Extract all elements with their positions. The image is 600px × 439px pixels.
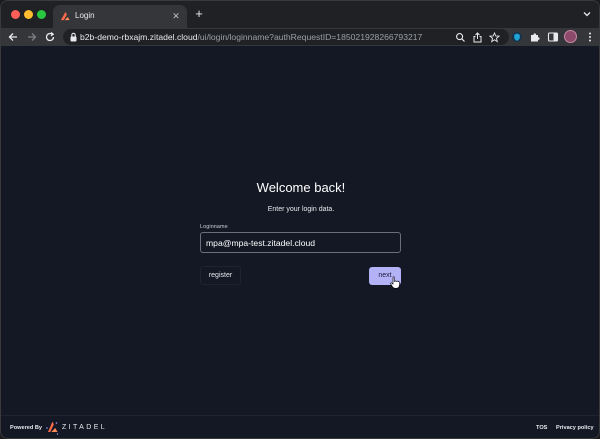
side-panel-icon[interactable]	[547, 31, 559, 43]
page-title: Welcome back!	[256, 180, 346, 195]
zitadel-logo-icon[interactable]	[45, 419, 59, 435]
tab-title: Login	[75, 11, 95, 20]
powered-by-label: Powered By	[10, 425, 43, 431]
tab-strip: Login ✕ +	[1, 1, 599, 28]
bookmark-star-icon[interactable]	[489, 32, 500, 43]
new-tab-button[interactable]: +	[193, 7, 205, 21]
tab-login[interactable]: Login ✕	[53, 5, 187, 28]
zitadel-favicon-icon	[60, 11, 70, 21]
minimize-window-button[interactable]	[24, 10, 33, 19]
share-icon[interactable]	[472, 32, 483, 43]
privacy-policy-link[interactable]: Privacy policy	[556, 424, 594, 432]
browser-window: Login ✕ + b2b-demo-rbxajm.zitadel.cloud/…	[0, 0, 600, 439]
login-page: Welcome back! Enter your login data. Log…	[1, 46, 599, 438]
address-bar[interactable]: b2b-demo-rbxajm.zitadel.cloud/ui/login/l…	[63, 29, 509, 45]
url-host: b2b-demo-rbxajm.zitadel.cloud	[80, 32, 198, 42]
browser-toolbar: b2b-demo-rbxajm.zitadel.cloud/ui/login/l…	[1, 28, 599, 46]
lock-icon[interactable]	[69, 32, 78, 42]
reload-icon[interactable]	[44, 31, 56, 43]
zitadel-brand-text[interactable]: ZITADEL	[62, 423, 107, 432]
tos-link[interactable]: TOS	[536, 424, 547, 432]
loginname-input[interactable]	[200, 232, 401, 253]
url-path: /ui/login/loginname?authRequestID=185021…	[197, 32, 423, 42]
more-menu-icon[interactable]	[584, 31, 596, 43]
zoom-search-icon[interactable]	[455, 32, 466, 43]
url-text: b2b-demo-rbxajm.zitadel.cloud/ui/login/l…	[80, 31, 422, 43]
extension-shield-icon[interactable]	[511, 31, 523, 43]
close-window-button[interactable]	[11, 10, 20, 19]
tab-close-icon[interactable]: ✕	[171, 10, 181, 22]
back-arrow-icon[interactable]	[7, 31, 19, 43]
footer-divider	[1, 415, 599, 416]
forward-arrow-icon[interactable]	[26, 31, 38, 43]
maximize-window-button[interactable]	[37, 10, 46, 19]
tab-search-chevron-icon[interactable]	[582, 9, 592, 19]
profile-avatar[interactable]	[564, 30, 577, 43]
loginname-label: Loginname	[200, 224, 228, 230]
register-button[interactable]: register	[200, 266, 241, 285]
hand-cursor-icon	[390, 276, 400, 289]
extensions-puzzle-icon[interactable]	[529, 31, 541, 43]
page-subtitle: Enter your login data.	[267, 206, 335, 213]
